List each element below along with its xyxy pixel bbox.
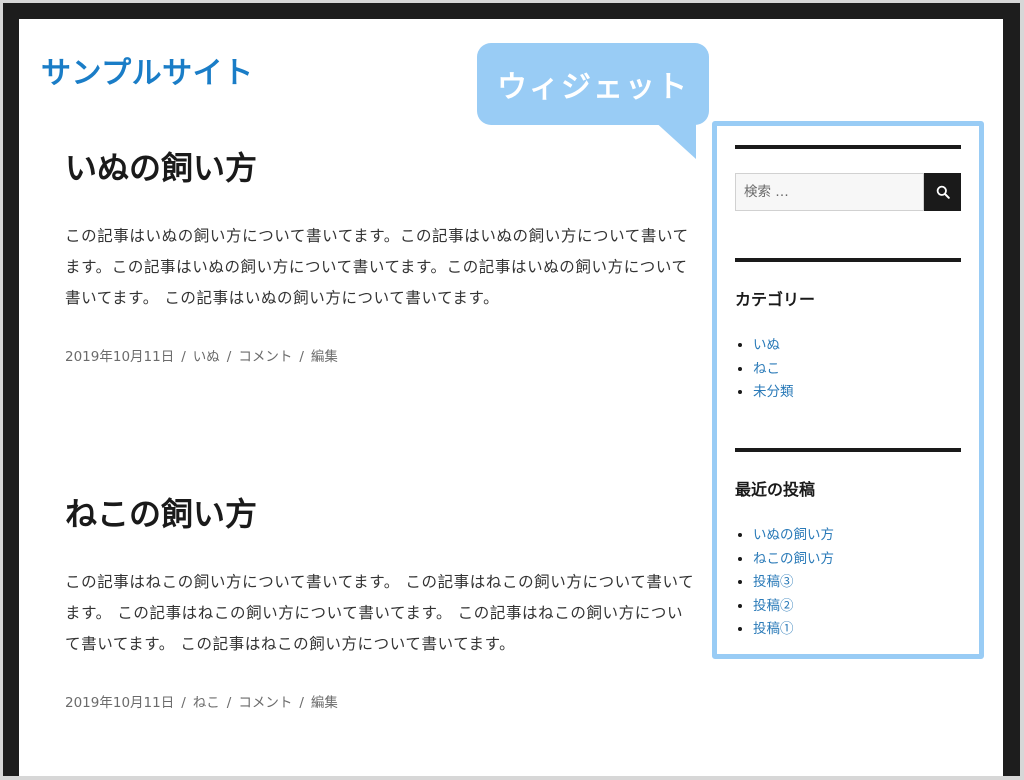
meta-separator: / xyxy=(299,349,304,366)
post-edit-link[interactable]: 編集 xyxy=(311,695,338,711)
widget-divider xyxy=(735,258,961,262)
widget-title: 最近の投稿 xyxy=(735,480,816,499)
recent-posts-widget: 最近の投稿 いぬの飼い方 ねこの飼い方 投稿③ 投稿② 投稿① xyxy=(735,448,961,642)
category-link[interactable]: ねこ xyxy=(753,361,780,377)
post-body: この記事はいぬの飼い方について書いてます。この記事はいぬの飼い方について書いてま… xyxy=(65,227,689,308)
search-widget xyxy=(735,145,961,211)
widget-area: カテゴリー いぬ ねこ 未分類 最近の投稿 いぬの飼い方 ねこの飼い方 投稿③ … xyxy=(712,121,984,659)
callout-tail xyxy=(652,119,696,159)
meta-separator: / xyxy=(181,695,186,712)
post-date-link[interactable]: 2019年10月11日 xyxy=(65,349,174,365)
post-comment-link[interactable]: コメント xyxy=(238,349,292,365)
list-item: 未分類 xyxy=(753,381,961,405)
post-title[interactable]: いぬの飼い方 xyxy=(65,149,695,187)
recent-post-link[interactable]: 投稿① xyxy=(753,621,794,637)
widget-title: カテゴリー xyxy=(735,290,816,309)
meta-separator: / xyxy=(226,695,232,712)
post-body: この記事はねこの飼い方について書いてます。 この記事はねこの飼い方について書いて… xyxy=(65,573,695,654)
widget-divider xyxy=(735,448,961,452)
post-category-link[interactable]: いぬ xyxy=(193,349,220,365)
meta-separator: / xyxy=(226,349,232,366)
recent-post-link[interactable]: いぬの飼い方 xyxy=(753,527,834,543)
post: ねこの飼い方 この記事はねこの飼い方について書いてます。 この記事はねこの飼い方… xyxy=(65,495,695,711)
list-item: いぬ xyxy=(753,334,961,358)
meta-separator: / xyxy=(299,695,304,712)
site-title[interactable]: サンプルサイト xyxy=(41,59,254,89)
recent-post-link[interactable]: 投稿③ xyxy=(753,574,794,590)
category-link[interactable]: 未分類 xyxy=(753,384,794,400)
list-item: ねこの飼い方 xyxy=(753,548,961,572)
list-item: 投稿① xyxy=(753,618,961,642)
category-list: いぬ ねこ 未分類 xyxy=(735,334,961,405)
list-item: ねこ xyxy=(753,358,961,382)
recent-post-link[interactable]: 投稿② xyxy=(753,598,794,614)
list-item: いぬの飼い方 xyxy=(753,524,961,548)
post-edit-link[interactable]: 編集 xyxy=(311,349,338,365)
widget-divider xyxy=(735,145,961,149)
post-meta: 2019年10月11日 / ねこ / コメント / 編集 xyxy=(65,691,695,711)
recent-post-link[interactable]: ねこの飼い方 xyxy=(753,551,834,567)
post-meta: 2019年10月11日 / いぬ / コメント / 編集 xyxy=(65,345,695,365)
meta-separator: / xyxy=(181,349,186,366)
search-icon xyxy=(936,185,950,199)
post-comment-link[interactable]: コメント xyxy=(238,695,292,711)
post-date-link[interactable]: 2019年10月11日 xyxy=(65,695,174,711)
category-link[interactable]: いぬ xyxy=(753,337,780,353)
list-item: 投稿③ xyxy=(753,571,961,595)
search-input[interactable] xyxy=(735,173,924,211)
post: いぬの飼い方 この記事はいぬの飼い方について書いてます。この記事はいぬの飼い方に… xyxy=(65,149,695,365)
search-form xyxy=(735,173,961,211)
list-item: 投稿② xyxy=(753,595,961,619)
post-category-link[interactable]: ねこ xyxy=(193,695,220,711)
post-title[interactable]: ねこの飼い方 xyxy=(65,495,695,533)
recent-posts-list: いぬの飼い方 ねこの飼い方 投稿③ 投稿② 投稿① xyxy=(735,524,961,642)
widget-callout: ウィジェット xyxy=(477,43,709,125)
search-button[interactable] xyxy=(924,173,961,211)
page: サンプルサイト いぬの飼い方 この記事はいぬの飼い方について書いてます。この記事… xyxy=(19,19,1003,776)
categories-widget: カテゴリー いぬ ねこ 未分類 xyxy=(735,258,961,405)
